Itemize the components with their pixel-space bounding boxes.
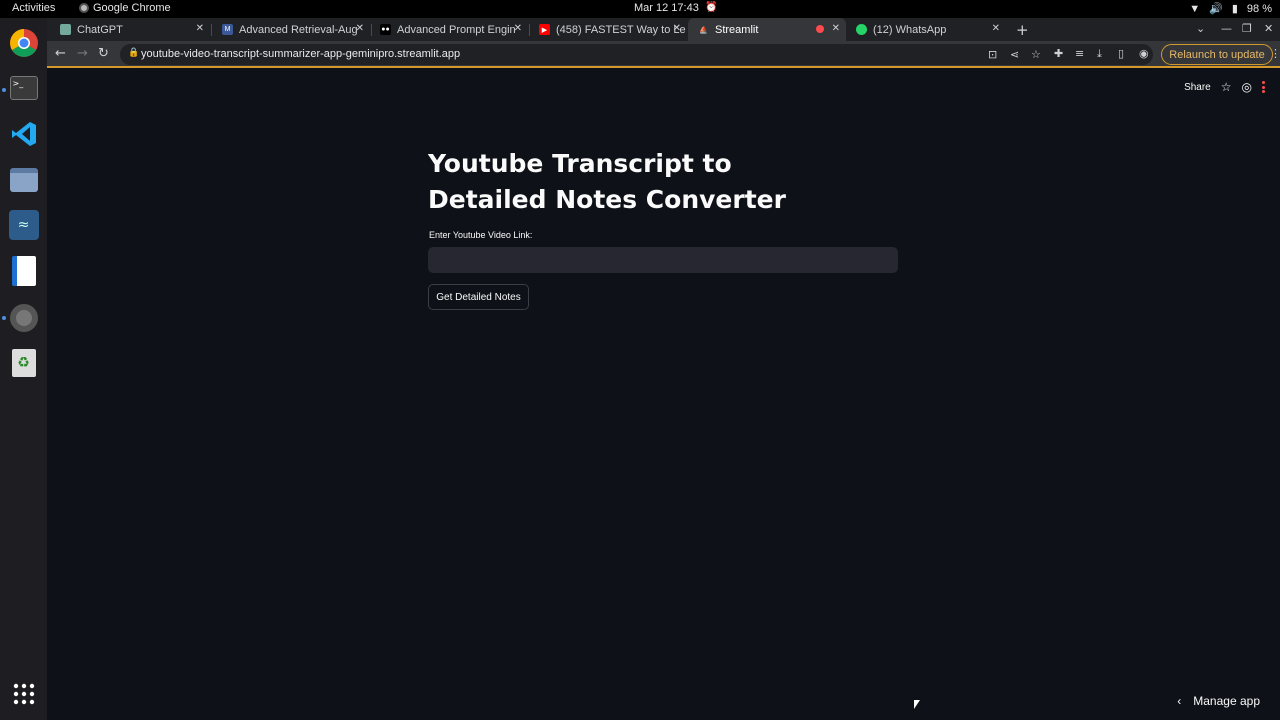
minimize-button[interactable]: — xyxy=(1221,22,1232,35)
get-detailed-notes-button[interactable]: Get Detailed Notes xyxy=(428,284,529,310)
mysql-workbench-icon[interactable]: ≈ xyxy=(7,208,40,241)
tab-youtube[interactable]: ▶ (458) FASTEST Way to Le ✕ xyxy=(529,18,687,41)
tab-streamlit[interactable]: ⛵ Streamlit ✕ xyxy=(688,18,846,41)
tab-label: Advanced Prompt Engin xyxy=(397,23,516,36)
download-icon[interactable]: ⤓ xyxy=(1097,47,1102,61)
bookmark-star-icon[interactable]: ☆ xyxy=(1031,48,1041,61)
manage-app-label: Manage app xyxy=(1193,694,1260,708)
running-indicator xyxy=(2,88,6,92)
close-icon[interactable]: ✕ xyxy=(832,23,840,34)
app-header: Share ☆ ◎ xyxy=(1184,80,1270,94)
app-menu-label: Google Chrome xyxy=(93,2,171,14)
alarm-icon: ⏰ xyxy=(705,2,718,13)
browser-toolbar: ← → ↻ 🔒 youtube-video-transcript-summari… xyxy=(47,41,1280,68)
tab-label: (12) WhatsApp xyxy=(873,23,947,36)
site-icon: M xyxy=(222,24,233,35)
trash-icon[interactable]: ♻ xyxy=(7,346,40,379)
tab-label: (458) FASTEST Way to Le xyxy=(556,23,686,36)
chatgpt-icon xyxy=(60,24,71,35)
wifi-icon: ▼ xyxy=(1189,2,1201,15)
video-link-label: Enter Youtube Video Link: xyxy=(429,230,533,240)
running-indicator xyxy=(2,316,6,320)
close-icon[interactable]: ✕ xyxy=(514,23,522,34)
relaunch-button[interactable]: Relaunch to update xyxy=(1161,44,1273,65)
video-link-input[interactable] xyxy=(428,247,898,273)
tab-label: ChatGPT xyxy=(77,23,123,36)
whatsapp-icon xyxy=(856,24,867,35)
youtube-icon: ▶ xyxy=(539,24,550,35)
battery-icon: ▮ xyxy=(1231,3,1238,15)
reading-list-icon[interactable]: ≡ xyxy=(1075,47,1084,60)
vscode-icon[interactable] xyxy=(7,117,40,150)
tab-advanced-prompt[interactable]: ●● Advanced Prompt Engin ✕ xyxy=(370,18,528,41)
streamlit-icon: ⛵ xyxy=(698,24,709,35)
tab-chatgpt[interactable]: ChatGPT ✕ xyxy=(50,18,210,41)
side-panel-icon[interactable]: ▯ xyxy=(1118,47,1124,60)
tab-label: Streamlit xyxy=(715,23,759,36)
tab-advanced-retrieval[interactable]: M Advanced Retrieval-Aug ✕ xyxy=(212,18,370,41)
chevron-left-icon: ‹ xyxy=(1177,694,1182,708)
mouse-cursor-icon xyxy=(914,700,920,709)
system-top-bar: Activities Google Chrome Mar 12 17:43 ⏰ … xyxy=(0,0,1280,18)
system-tray[interactable]: ▼ 🔊 ▮ 98 % xyxy=(1189,2,1272,16)
chrome-menu-icon[interactable]: ⋮ xyxy=(1270,47,1280,60)
github-icon[interactable]: ◎ xyxy=(1242,80,1252,94)
terminal-icon[interactable]: >_ xyxy=(7,71,40,104)
activities-button[interactable]: Activities xyxy=(12,2,55,14)
chrome-icon[interactable] xyxy=(7,26,40,59)
url-text: youtube-video-transcript-summarizer-app-… xyxy=(141,48,461,60)
address-bar[interactable]: 🔒 youtube-video-transcript-summarizer-ap… xyxy=(120,44,1153,65)
share-icon[interactable]: ⋖ xyxy=(1010,48,1019,61)
chrome-small-icon xyxy=(79,3,89,13)
share-button[interactable]: Share xyxy=(1184,82,1211,93)
medium-icon: ●● xyxy=(380,24,391,35)
new-tab-button[interactable]: + xyxy=(1016,21,1029,39)
star-icon[interactable]: ☆ xyxy=(1221,80,1232,94)
battery-label: 98 % xyxy=(1246,2,1272,15)
recording-icon xyxy=(816,25,824,33)
files-icon[interactable] xyxy=(7,163,40,196)
clock[interactable]: Mar 12 17:43 xyxy=(634,2,699,14)
close-icon[interactable]: ✕ xyxy=(356,23,364,34)
streamlit-app: Share ☆ ◎ Youtube Transcript to Detailed… xyxy=(47,70,1280,720)
app-grid-icon[interactable] xyxy=(7,677,40,710)
tab-search-chevron-icon[interactable]: ⌄ xyxy=(1196,22,1205,35)
manage-app-button[interactable]: ‹ Manage app xyxy=(1177,694,1260,708)
restore-button[interactable]: ❐ xyxy=(1242,22,1252,35)
profile-avatar[interactable]: ◉ xyxy=(1139,47,1149,60)
back-button[interactable]: ← xyxy=(55,46,66,61)
close-icon[interactable]: ✕ xyxy=(992,23,1000,34)
install-app-icon[interactable]: ⊡ xyxy=(988,48,997,61)
tab-whatsapp[interactable]: (12) WhatsApp ✕ xyxy=(846,18,1006,41)
writer-icon[interactable] xyxy=(7,254,40,287)
lock-icon: 🔒 xyxy=(128,48,140,58)
volume-icon: 🔊 xyxy=(1209,3,1223,15)
tab-strip: ChatGPT ✕ M Advanced Retrieval-Aug ✕ ●● … xyxy=(47,18,1280,41)
close-icon[interactable]: ✕ xyxy=(673,23,681,34)
page-title: Youtube Transcript to Detailed Notes Con… xyxy=(428,149,786,214)
close-icon[interactable]: ✕ xyxy=(196,23,204,34)
close-window-button[interactable]: ✕ xyxy=(1264,22,1273,35)
extensions-icon[interactable]: ✚ xyxy=(1054,47,1063,60)
reload-button[interactable]: ↻ xyxy=(98,46,109,61)
disc-icon[interactable] xyxy=(7,301,40,334)
forward-button[interactable]: → xyxy=(77,46,88,61)
app-menu[interactable]: Google Chrome xyxy=(79,2,171,14)
tab-label: Advanced Retrieval-Aug xyxy=(239,23,358,36)
dock: >_ ≈ ♻ xyxy=(0,18,47,720)
main-menu-icon[interactable] xyxy=(1262,81,1270,93)
